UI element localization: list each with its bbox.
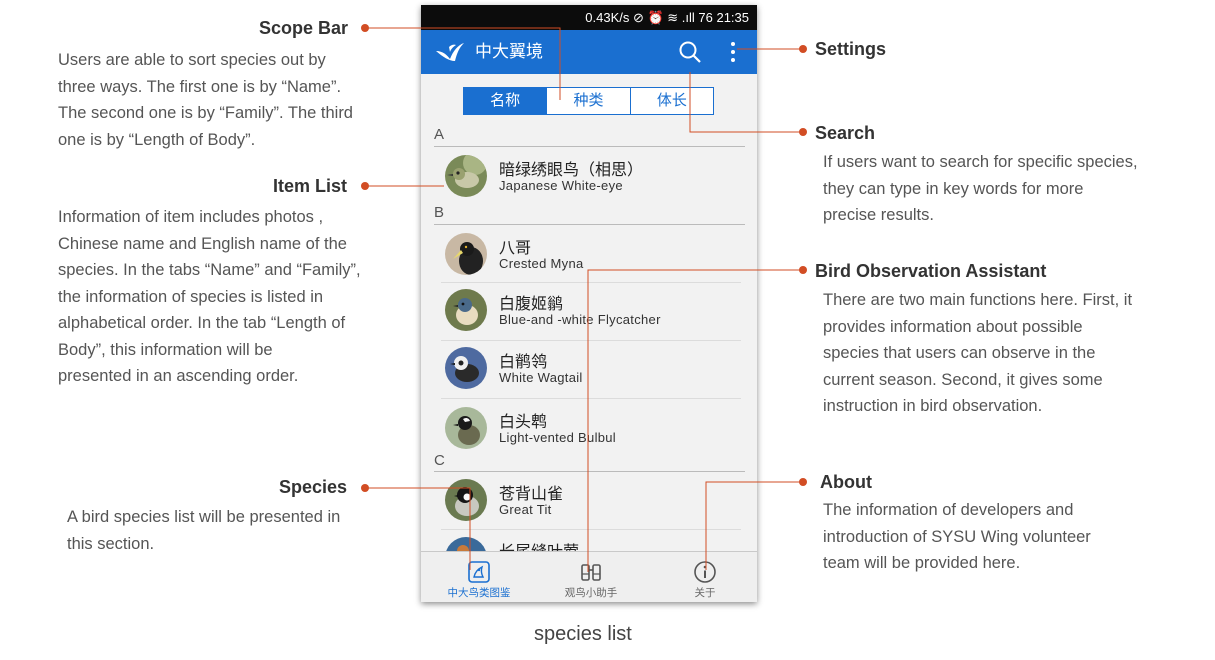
bird-photo: [445, 479, 487, 521]
item-list-line: the information of species is listed in: [58, 287, 324, 306]
phone-screen: 0.43K/s ⊘ ⏰ ≋ .ıll 76 21:35 中大翼境 名称 种类 体…: [421, 5, 757, 602]
status-bar: 0.43K/s ⊘ ⏰ ≋ .ıll 76 21:35: [421, 5, 757, 30]
species-line: A bird species list will be presented in: [67, 508, 341, 526]
section-header-b: B: [434, 204, 445, 221]
about-line: The information of developers and: [823, 501, 1074, 519]
item-list-description: Information of item includes photos , Ch…: [58, 204, 403, 390]
search-description: If users want to search for specific spe…: [823, 149, 1193, 229]
bird-observation-line: provides information about possible: [823, 317, 1083, 336]
item-list-title: Item List: [273, 176, 348, 196]
bird-observation-dot: [799, 266, 807, 274]
status-bar-text: 0.43K/s ⊘ ⏰ ≋ .ıll 76 21:35: [585, 10, 749, 25]
bird-observation-title: Bird Observation Assistant: [815, 261, 1047, 281]
search-line: they can type in key words for more: [823, 179, 1084, 198]
bird-photo: [445, 233, 487, 275]
scope-bar-dot: [361, 24, 369, 32]
bird-photo: [445, 347, 487, 389]
search-dot: [799, 128, 807, 136]
search-title: Search: [815, 123, 876, 143]
item-chinese-name: 八哥: [499, 240, 532, 257]
about-dot: [799, 478, 807, 486]
tab-length[interactable]: 体长: [629, 88, 713, 114]
nav-bird-observation[interactable]: 观鸟小助手: [535, 552, 647, 602]
search-icon[interactable]: [677, 39, 703, 65]
bird-observation-line: There are two main functions here. First…: [823, 291, 1133, 309]
list-item[interactable]: 白腹姬鹟 Blue-and -white Flycatcher: [441, 283, 741, 341]
list-item[interactable]: 白头鹎 Light-vented Bulbul: [441, 401, 741, 459]
bird-observation-line: current season. Second, it gives some: [823, 370, 1103, 389]
nav-label: 关于: [694, 587, 716, 599]
nav-about[interactable]: 关于: [649, 552, 757, 602]
about-line: introduction of SYSU Wing volunteer: [823, 527, 1091, 546]
settings-dot: [799, 45, 807, 53]
row-divider: [441, 398, 741, 399]
nav-species-guide[interactable]: 中大鸟类图鉴: [423, 552, 535, 602]
about-description: The information of developers and introd…: [823, 497, 1193, 577]
tab-family[interactable]: 种类: [546, 88, 629, 114]
species-line: this section.: [67, 534, 155, 553]
list-item[interactable]: 八哥 Crested Myna: [441, 227, 741, 285]
bird-photo: [445, 289, 487, 331]
settings-title: Settings: [815, 39, 887, 59]
item-english-name: Crested Myna: [499, 256, 584, 271]
bird-guide-icon: [468, 561, 490, 583]
scope-bar: 名称 种类 体长: [463, 87, 714, 115]
scope-bar-title: Scope Bar: [259, 18, 349, 38]
scope-bar-description: Users are able to sort species out by th…: [58, 47, 398, 153]
about-line: team will be provided here.: [823, 554, 1021, 572]
scope-bar-line: three ways. The first one is by “Name”.: [58, 77, 342, 96]
item-list-line: species. In the tabs “Name” and “Family”…: [58, 261, 361, 279]
more-options-icon[interactable]: [726, 39, 740, 65]
bottom-navigation: 中大鸟类图鉴 观鸟小助手 关于: [421, 551, 757, 602]
section-divider: [434, 471, 745, 472]
section-header-c: C: [434, 452, 445, 469]
item-english-name: White Wagtail: [499, 370, 583, 385]
scope-bar-line: The second one is by “Family”. The third: [58, 104, 353, 122]
bird-photo: [445, 155, 487, 197]
item-list-line: Body”, this information will be: [58, 340, 273, 359]
app-title: 中大翼境: [475, 42, 543, 61]
info-icon: [694, 561, 716, 583]
list-item[interactable]: 暗绿绣眼鸟（相思） Japanese White-eye: [441, 149, 741, 207]
item-chinese-name: 苍背山雀: [499, 486, 564, 503]
section-divider: [434, 224, 745, 225]
item-english-name: Blue-and -white Flycatcher: [499, 312, 661, 327]
item-list-line: Chinese name and English name of the: [58, 234, 347, 253]
item-list-line: Information of item includes photos ,: [58, 208, 324, 226]
bird-logo-icon: [436, 43, 464, 61]
species-dot: [361, 484, 369, 492]
item-list-line: presented in an ascending order.: [58, 367, 299, 385]
section-header-a: A: [434, 126, 445, 143]
item-chinese-name: 暗绿绣眼鸟（相思）: [499, 162, 644, 179]
bird-observation-line: species that users can observe in the: [823, 344, 1096, 362]
list-item[interactable]: 苍背山雀 Great Tit: [441, 473, 741, 531]
item-english-name: Great Tit: [499, 502, 552, 517]
item-chinese-name: 白鹡鸰: [499, 354, 548, 371]
species-title: Species: [279, 477, 348, 497]
bird-photo: [445, 407, 487, 449]
bird-observation-description: There are two main functions here. First…: [823, 287, 1193, 420]
tab-name[interactable]: 名称: [464, 88, 547, 114]
figure-caption: species list: [534, 623, 632, 645]
species-description: A bird species list will be presented in…: [67, 504, 397, 557]
row-divider: [441, 529, 741, 530]
bird-observation-line: instruction in bird observation.: [823, 397, 1043, 415]
nav-label: 中大鸟类图鉴: [447, 587, 511, 599]
section-divider: [434, 146, 745, 147]
item-english-name: Japanese White-eye: [499, 178, 623, 193]
nav-label: 观鸟小助手: [564, 587, 618, 599]
about-title: About: [820, 472, 872, 492]
scope-bar-line: Users are able to sort species out by: [58, 51, 326, 69]
item-chinese-name: 白腹姬鹟: [499, 296, 564, 313]
item-english-name: Light-vented Bulbul: [499, 430, 616, 445]
app-bar: 中大翼境: [421, 30, 757, 74]
scope-bar-line: one is by “Length of Body”.: [58, 130, 256, 149]
search-line: If users want to search for specific spe…: [823, 153, 1138, 171]
item-chinese-name: 白头鹎: [499, 414, 548, 431]
search-line: precise results.: [823, 206, 934, 224]
binoculars-icon: [581, 564, 601, 581]
list-item[interactable]: 白鹡鸰 White Wagtail: [441, 341, 741, 399]
item-list-dot: [361, 182, 369, 190]
item-list-line: alphabetical order. In the tab “Length o…: [58, 314, 346, 332]
